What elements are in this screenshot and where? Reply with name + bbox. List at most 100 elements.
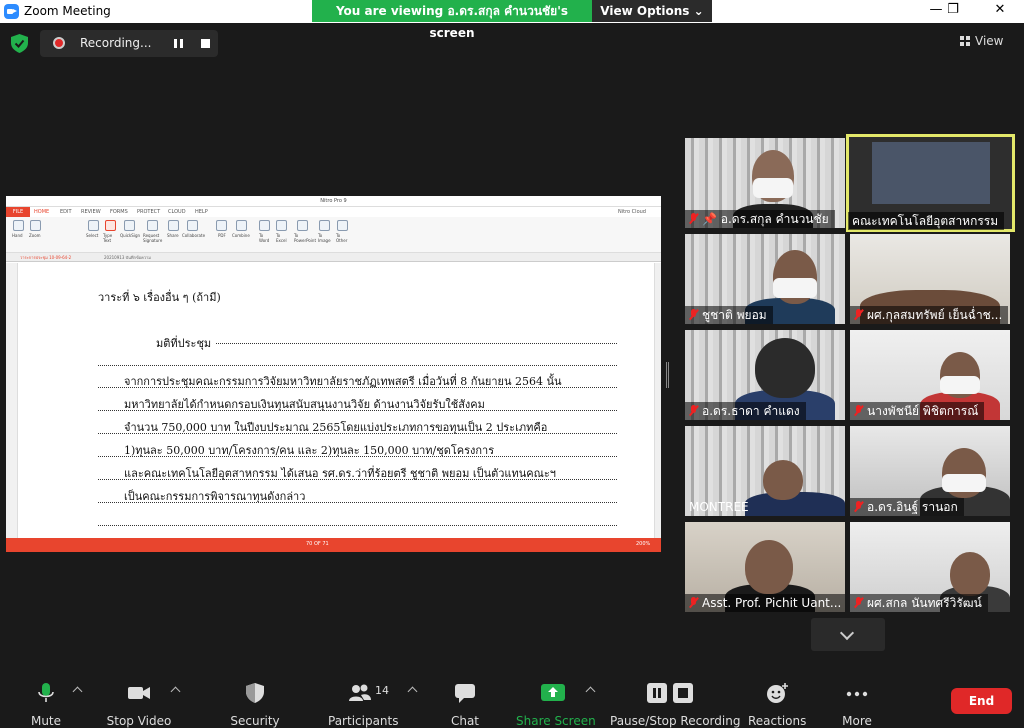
nitro-tab-cloud[interactable]: CLOUD	[168, 207, 186, 217]
shared-screen[interactable]: Nitro Pro 9 FILE HOME EDIT REVIEW FORMS …	[6, 196, 661, 552]
end-meeting-button[interactable]: End	[951, 688, 1012, 714]
participant-count-badge: 14	[375, 684, 389, 697]
hand-tool-icon[interactable]	[13, 220, 24, 231]
combine-icon[interactable]	[236, 220, 247, 231]
dotted-line	[98, 410, 617, 411]
request-signature-icon[interactable]	[147, 220, 158, 231]
document-page[interactable]: วาระที่ ๖ เรื่องอื่น ๆ (ถ้ามี) มติที่ประ…	[6, 263, 661, 542]
pause-stop-icons	[647, 683, 693, 703]
share-screen-label: Share Screen	[516, 714, 596, 728]
zoom-tool-icon[interactable]	[30, 220, 41, 231]
pause-stop-recording-button[interactable]: Pause/Stop Recording	[610, 672, 741, 728]
share-screen-button[interactable]: Share Screen	[516, 672, 596, 728]
meeting-toolbar: Mute Stop Video Security Participants 14…	[0, 672, 1024, 728]
participant-name: นางพัชนีย์ พิชิตการณ์	[850, 402, 985, 420]
pause-recording-icon[interactable]	[174, 39, 183, 48]
participant-tile[interactable]: อ.ดร.อินฐ์ รานอก	[850, 426, 1010, 516]
share-icon[interactable]	[168, 220, 179, 231]
participant-tile[interactable]: ผศ.กุลสมทรัพย์ เย็นฉ่ำช...	[850, 234, 1010, 324]
participant-tile[interactable]: MONTREE	[685, 426, 845, 516]
scroll-participants-button[interactable]	[811, 618, 885, 651]
stop-video-button[interactable]: Stop Video	[104, 672, 174, 728]
nitro-tab-home[interactable]: HOME	[34, 207, 49, 217]
nitro-tab-edit[interactable]: EDIT	[60, 207, 72, 217]
select-tool-icon[interactable]	[88, 220, 99, 231]
mic-muted-icon	[689, 213, 698, 224]
ribbon-label: To Other	[336, 233, 348, 243]
doc-tab-memo[interactable]: 20210913 บันทึกข้อความ	[104, 254, 151, 261]
ribbon-label: To Excel	[276, 233, 287, 243]
nitro-tab-review[interactable]: REVIEW	[81, 207, 101, 217]
doc-tab-agenda[interactable]: วาระการประชุม 10-09-64-2	[20, 254, 71, 261]
collaborate-icon[interactable]	[187, 220, 198, 231]
nitro-ribbon: Hand Zoom Select Type Text QuickSign Req…	[6, 217, 661, 253]
nitro-statusbar: 70 OF 71 200%	[6, 538, 661, 552]
participant-tile[interactable]: 📌 อ.ดร.สกุล คำนวนชัย	[685, 138, 845, 228]
nitro-tab-protect[interactable]: PROTECT	[137, 207, 160, 217]
vertical-scrollbar[interactable]	[654, 263, 661, 542]
pdf-create-icon[interactable]	[216, 220, 227, 231]
view-options-button[interactable]: View Options ⌄	[592, 0, 712, 22]
to-word-icon[interactable]	[259, 220, 270, 231]
participant-tile-active-speaker[interactable]: คณะเทคโนโลยีอุตสาหกรรม	[846, 134, 1015, 232]
participants-options-caret-icon[interactable]	[407, 686, 418, 697]
participant-name: อ.ดร.ธาดา คำแดง	[685, 402, 806, 420]
dotted-line	[98, 456, 617, 457]
close-icon[interactable]: ✕	[990, 2, 1010, 17]
pause-recording-label: Pause/Stop Recording	[610, 714, 741, 728]
ribbon-label: Type Text	[103, 233, 113, 243]
participant-name: อ.ดร.อินฐ์ รานอก	[850, 498, 964, 516]
encryption-shield-icon[interactable]	[11, 34, 28, 53]
window-title: Zoom Meeting	[24, 4, 111, 18]
participant-name: ผศ.สกล นันทศรีวิรัฒน์	[850, 594, 988, 612]
participant-name-text: Asst. Prof. Pichit Uant...	[702, 596, 842, 610]
view-options-label: View Options	[600, 4, 690, 18]
more-button[interactable]: More	[838, 672, 876, 728]
view-layout-button[interactable]: View	[960, 34, 1003, 48]
participant-tile[interactable]: นางพัชนีย์ พิชิตการณ์	[850, 330, 1010, 420]
participant-tile[interactable]: Asst. Prof. Pichit Uant...	[685, 522, 845, 612]
more-label: More	[842, 714, 872, 728]
mute-button[interactable]: Mute	[22, 672, 70, 728]
to-excel-icon[interactable]	[276, 220, 287, 231]
page-indicator[interactable]: 70 OF 71	[306, 541, 329, 547]
agenda-heading: วาระที่ ๖ เรื่องอื่น ๆ (ถ้ามี)	[98, 291, 221, 304]
type-text-tool-icon[interactable]	[105, 220, 116, 231]
resolution-label: มติที่ประชุม	[156, 337, 212, 350]
person-head	[745, 540, 793, 594]
stop-recording-icon[interactable]	[201, 39, 210, 48]
panel-splitter[interactable]	[666, 362, 669, 388]
to-other-icon[interactable]	[337, 220, 348, 231]
nitro-tab-forms[interactable]: FORMS	[110, 207, 128, 217]
recording-indicator: Recording...	[40, 30, 218, 57]
participant-name-text: ผศ.สกล นันทศรีวิรัฒน์	[867, 596, 982, 610]
side-panel[interactable]	[6, 263, 18, 542]
participant-name: ชูชาติ พยอม	[685, 306, 773, 324]
audio-options-caret-icon[interactable]	[72, 686, 83, 697]
nitro-account[interactable]: Nitro Cloud	[618, 207, 646, 217]
to-image-icon[interactable]	[319, 220, 330, 231]
quicksign-icon[interactable]	[124, 220, 135, 231]
mic-muted-icon	[689, 597, 698, 608]
nitro-file-tab[interactable]: FILE	[6, 207, 30, 217]
ribbon-label: Request Signature	[143, 233, 163, 243]
participant-tile[interactable]: ชูชาติ พยอม	[685, 234, 845, 324]
chat-button[interactable]: Chat	[448, 672, 482, 728]
reactions-button[interactable]: Reactions	[748, 672, 806, 728]
participants-label: Participants	[328, 714, 399, 728]
ribbon-label: Zoom	[29, 233, 41, 238]
chevron-down-icon: ⌄	[693, 4, 704, 18]
mic-muted-icon	[689, 309, 698, 320]
person-head	[763, 460, 803, 500]
nitro-tab-help[interactable]: HELP	[195, 207, 208, 217]
person-head	[755, 338, 815, 398]
participant-tile[interactable]: ผศ.สกล นันทศรีวิรัฒน์	[850, 522, 1010, 612]
mic-muted-icon	[854, 405, 863, 416]
participant-name: MONTREE	[685, 498, 755, 516]
participants-button[interactable]: Participants	[328, 672, 399, 728]
security-button[interactable]: Security	[228, 672, 282, 728]
restore-icon[interactable]: ❐	[943, 2, 963, 17]
zoom-level[interactable]: 200%	[636, 541, 650, 547]
to-powerpoint-icon[interactable]	[297, 220, 308, 231]
participant-tile[interactable]: อ.ดร.ธาดา คำแดง	[685, 330, 845, 420]
